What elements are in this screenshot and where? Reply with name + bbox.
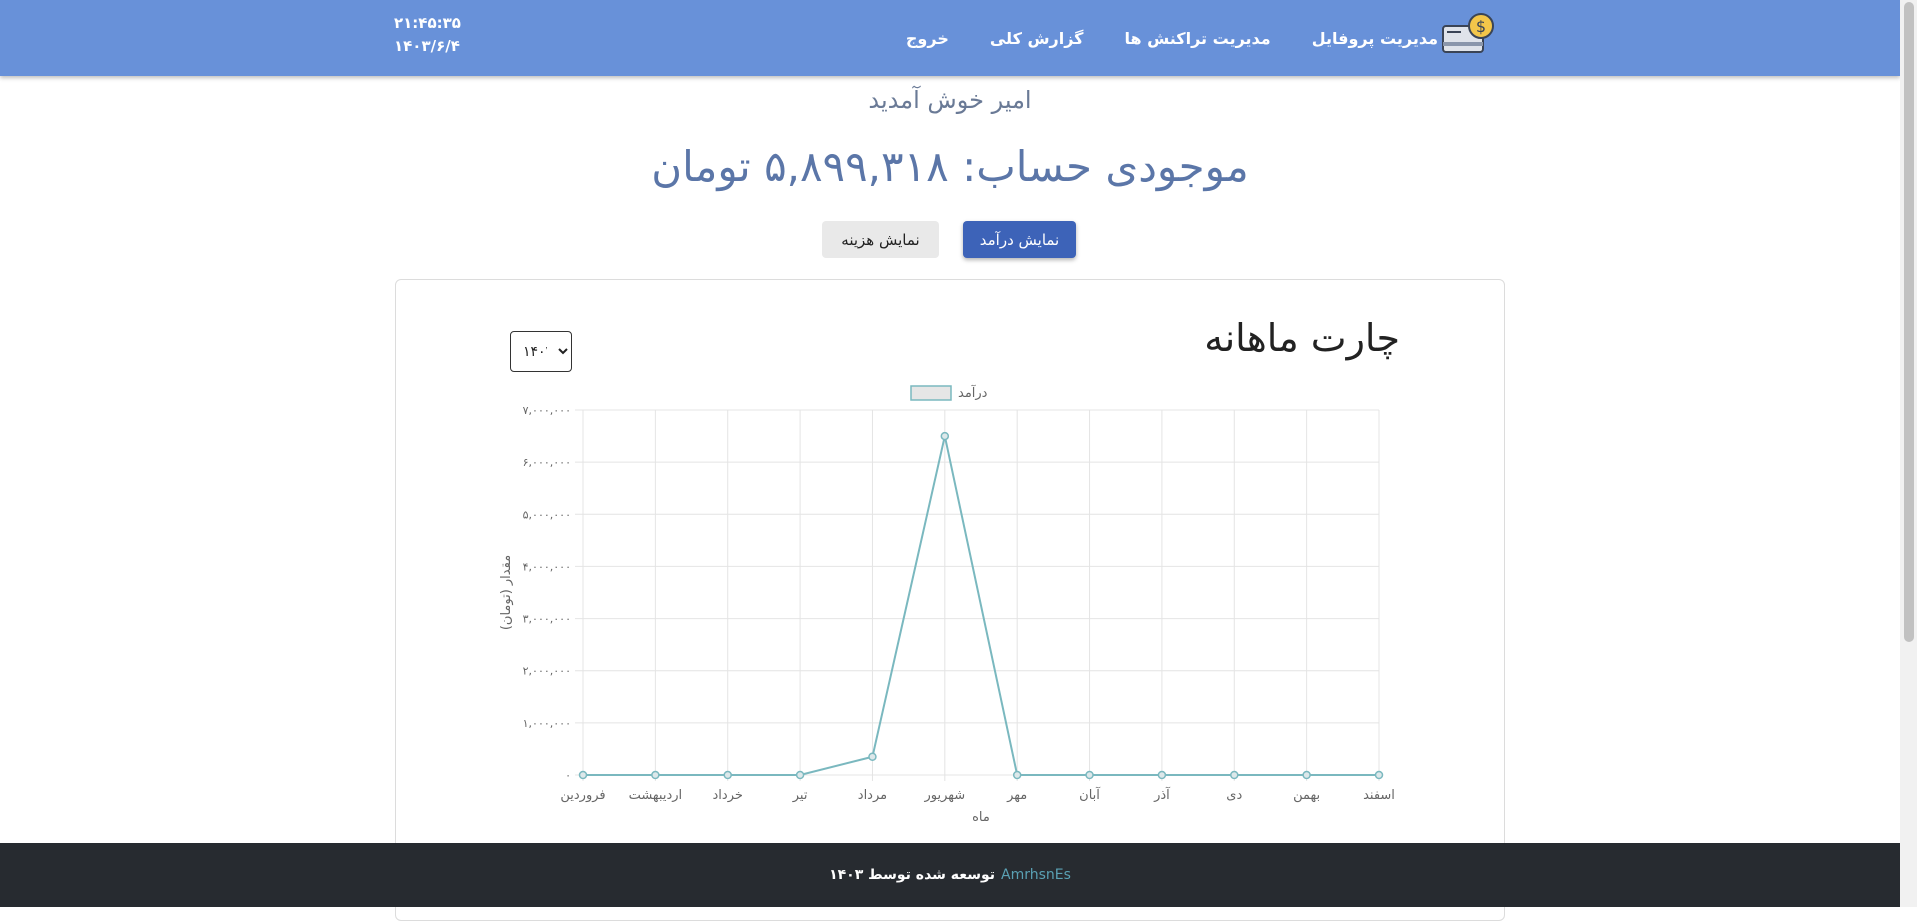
data-point — [1230, 770, 1239, 780]
monthly-line-chart: ۰ ۱,۰۰۰,۰۰۰ ۲,۰۰۰,۰۰۰ ۳,۰۰۰,۰۰۰ ۴,۰۰۰,۰۰۰ ۵,۰… — [499, 384, 1395, 825]
x-tick-label: اردیبهشت — [629, 788, 683, 803]
y-tick-label: ۷,۰۰۰,۰۰۰ — [523, 404, 571, 417]
data-point — [651, 770, 660, 780]
y-tick-label: ۴,۰۰۰,۰۰۰ — [523, 560, 571, 573]
data-point — [1374, 770, 1384, 780]
x-tick-label: اسفند — [1363, 788, 1395, 803]
y-tick-label: ۱,۰۰۰,۰۰۰ — [523, 717, 571, 730]
footer-text: ۱۴۰۳ توسعه شده توسط — [829, 867, 995, 883]
data-point — [578, 770, 588, 780]
footer: ۱۴۰۳ توسعه شده توسط AmrhsnEs — [0, 843, 1900, 907]
scrollbar-thumb[interactable] — [1904, 2, 1914, 642]
x-axis-label: ماه — [972, 810, 990, 825]
data-point — [1012, 770, 1022, 780]
data-point — [868, 752, 877, 761]
x-tick-label: شهریور — [923, 788, 965, 803]
y-tick-label: ۳,۰۰۰,۰۰۰ — [523, 613, 571, 626]
series-line — [583, 435, 1379, 776]
x-tick-label: خرداد — [713, 788, 743, 803]
x-tick-label: مهر — [1006, 788, 1027, 803]
y-axis-label: مقدار (تومان) — [499, 555, 514, 630]
y-tick-label: ۲,۰۰۰,۰۰۰ — [523, 665, 571, 678]
legend-label: درآمد — [958, 384, 988, 401]
y-tick-label: ۵,۰۰۰,۰۰۰ — [523, 508, 571, 521]
data-point — [1085, 770, 1094, 780]
data-point — [795, 770, 805, 780]
x-tick-label: بهمن — [1293, 788, 1320, 803]
y-tick-label: ۰ — [565, 769, 571, 782]
data-point — [723, 770, 732, 780]
vertical-scrollbar[interactable] — [1900, 0, 1917, 907]
data-point — [1302, 770, 1311, 780]
x-tick-label: فروردین — [560, 788, 605, 803]
x-tick-label: مرداد — [858, 788, 887, 803]
x-tick-label: آذر — [1153, 786, 1171, 803]
x-tick-label: تیر — [792, 788, 808, 803]
y-tick-label: ۶,۰۰۰,۰۰۰ — [523, 456, 571, 469]
x-tick-label: دی — [1226, 788, 1242, 803]
footer-author-link[interactable]: AmrhsnEs — [1001, 867, 1071, 883]
data-point — [940, 431, 950, 441]
legend-swatch — [910, 385, 952, 401]
x-tick-label: آبان — [1079, 786, 1101, 803]
data-point — [1157, 770, 1167, 780]
